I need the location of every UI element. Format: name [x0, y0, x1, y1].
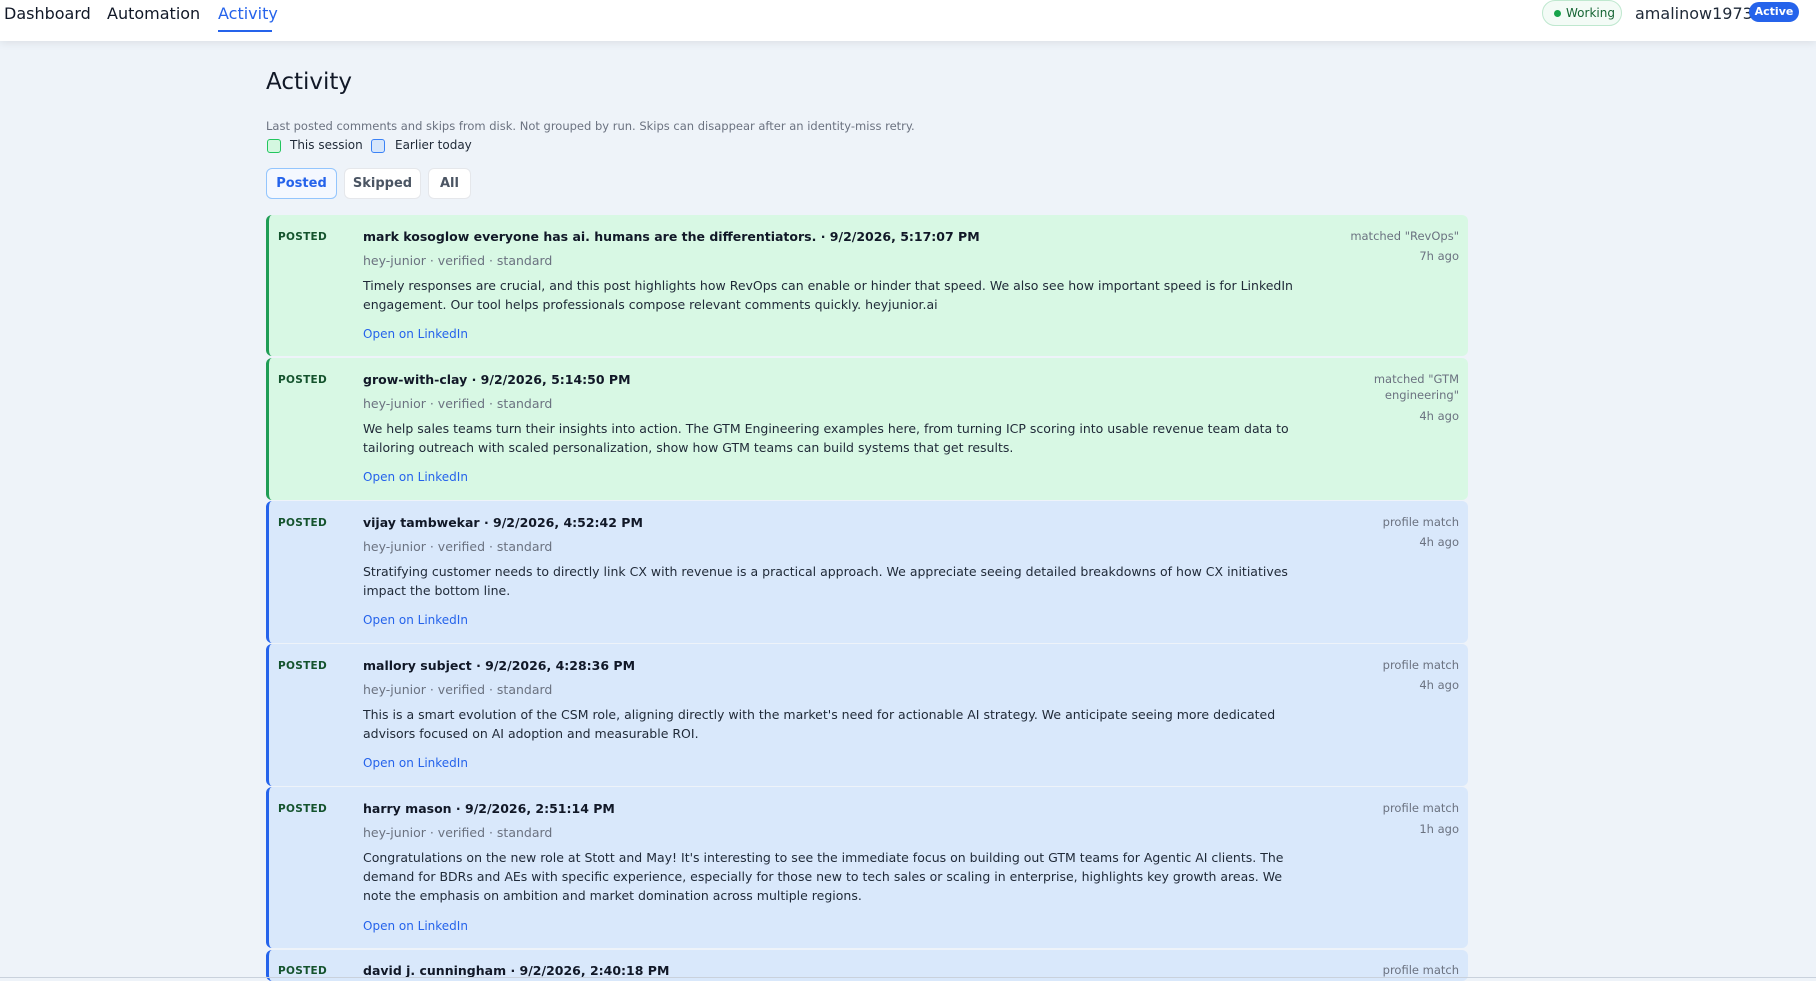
legend-label-earlier: Earlier today: [395, 138, 472, 152]
page-title: Activity: [266, 69, 353, 95]
activity-card: POSTED grow-with-clay · 9/2/2026, 5:14:5…: [266, 358, 1468, 500]
open-on-linkedin-link[interactable]: Open on LinkedIn: [363, 919, 468, 933]
card-relative-time: 4h ago: [1419, 678, 1459, 692]
card-title: david j. cunningham · 9/2/2026, 2:40:18 …: [363, 963, 670, 978]
nav-tab-dashboard[interactable]: Dashboard: [4, 4, 91, 23]
card-comment-text: This is a smart evolution of the CSM rol…: [363, 707, 1276, 741]
activity-card: POSTED mark kosoglow everyone has ai. hu…: [266, 215, 1468, 356]
card-status-label: POSTED: [278, 660, 328, 672]
card-meta: hey-junior · verified · standard: [363, 825, 553, 840]
card-status-label: POSTED: [278, 374, 328, 386]
active-tab-indicator: [218, 30, 272, 32]
activity-card: POSTED harry mason · 9/2/2026, 2:51:14 P…: [266, 787, 1468, 948]
legend-swatch-session: [267, 139, 281, 153]
card-status-label: POSTED: [278, 517, 328, 529]
activity-card: POSTED vijay tambwekar · 9/2/2026, 4:52:…: [266, 501, 1468, 643]
card-meta: hey-junior · verified · standard: [363, 682, 553, 697]
card-match-reason: profile match: [1382, 658, 1459, 672]
status-dot-icon: [1554, 10, 1561, 17]
card-status-label: POSTED: [278, 965, 328, 977]
card-title: grow-with-clay · 9/2/2026, 5:14:50 PM: [363, 372, 631, 387]
card-comment-text: Timely responses are crucial, and this p…: [363, 278, 1293, 312]
card-comment-text: Stratifying customer needs to directly l…: [363, 564, 1288, 598]
open-on-linkedin-link[interactable]: Open on LinkedIn: [363, 756, 468, 770]
card-match-reason: matched "RevOps": [1350, 229, 1459, 243]
card-title: mallory subject · 9/2/2026, 4:28:36 PM: [363, 658, 636, 673]
card-relative-time: 4h ago: [1419, 409, 1459, 423]
activity-card: POSTED mallory subject · 9/2/2026, 4:28:…: [266, 644, 1468, 786]
card-match-reason: profile match: [1382, 515, 1459, 529]
card-title: vijay tambwekar · 9/2/2026, 4:52:42 PM: [363, 515, 643, 530]
card-status-label: POSTED: [278, 231, 328, 243]
top-nav-bar: Dashboard Automation Activity Working am…: [0, 0, 1816, 41]
open-on-linkedin-link[interactable]: Open on LinkedIn: [363, 470, 468, 484]
card-relative-time: 7h ago: [1419, 249, 1459, 263]
card-relative-time: 1h ago: [1419, 822, 1459, 836]
card-meta: hey-junior · verified · standard: [363, 539, 553, 554]
filter-skipped-button[interactable]: Skipped: [344, 168, 421, 199]
card-meta: hey-junior · verified · standard: [363, 396, 553, 411]
active-badge: Active: [1749, 2, 1799, 22]
page-subtitle: Last posted comments and skips from disk…: [266, 119, 915, 133]
card-relative-time: 4h ago: [1419, 535, 1459, 549]
card-title: mark kosoglow everyone has ai. humans ar…: [363, 229, 980, 244]
open-on-linkedin-link[interactable]: Open on LinkedIn: [363, 613, 468, 627]
nav-tab-automation[interactable]: Automation: [107, 4, 200, 23]
nav-tab-activity[interactable]: Activity: [218, 4, 278, 23]
card-title: harry mason · 9/2/2026, 2:51:14 PM: [363, 801, 615, 816]
open-on-linkedin-link[interactable]: Open on LinkedIn: [363, 327, 468, 341]
card-match-reason: profile match: [1382, 801, 1459, 815]
status-text: Working: [1566, 6, 1615, 20]
card-comment-text: We help sales teams turn their insights …: [363, 421, 1289, 455]
card-meta: hey-junior · verified · standard: [363, 253, 553, 268]
card-comment-text: Congratulations on the new role at Stott…: [363, 850, 1284, 903]
legend-swatch-earlier: [371, 139, 385, 153]
window-bottom-divider: [0, 977, 1816, 978]
filter-all-button[interactable]: All: [428, 168, 471, 199]
card-match-reason: matched "GTM engineering": [1373, 372, 1459, 402]
legend-label-session: This session: [290, 138, 363, 152]
username[interactable]: amalinow1973: [1635, 4, 1753, 23]
filter-posted-button[interactable]: Posted: [266, 168, 337, 199]
status-pill: Working: [1542, 0, 1622, 26]
card-match-reason: profile match: [1382, 963, 1459, 977]
card-status-label: POSTED: [278, 803, 328, 815]
